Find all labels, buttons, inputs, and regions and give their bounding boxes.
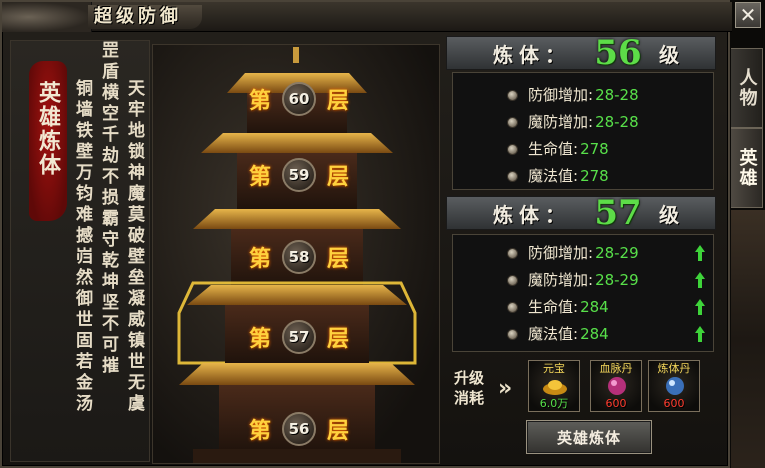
bullet-icon — [507, 116, 518, 128]
floor-suffix: 层 — [326, 88, 349, 114]
cost-item-name: 血脉丹 — [599, 362, 633, 375]
floor-label: 第 58 层 — [249, 239, 349, 275]
stat-name: 魔法值: — [528, 167, 579, 185]
tab-character[interactable]: 人物 — [731, 48, 763, 128]
floor-suffix: 层 — [326, 418, 349, 444]
floor-prefix: 第 — [249, 326, 272, 352]
cost-item-amount: 600 — [605, 397, 627, 410]
floor-suffix: 层 — [326, 326, 349, 352]
poem-column: 铜墙铁壁万钧难撼岿然御世固若金汤 — [72, 79, 92, 415]
seal-text: 英雄炼体 — [35, 81, 61, 177]
blood-pill-icon — [608, 377, 626, 395]
floor-number: 58 — [282, 240, 316, 274]
stat-row: 魔法值: 284 — [507, 324, 609, 344]
stat-value: 284 — [580, 298, 609, 316]
level-unit: 级 — [659, 202, 679, 227]
poem-column: 天牢地锁神魔莫破壁垒凝威镇世无虞 — [124, 79, 144, 415]
cost-item-amount: 600 — [663, 397, 685, 410]
stat-name: 生命值: — [528, 298, 579, 316]
level-label: 炼体： — [493, 42, 571, 67]
bullet-icon — [507, 170, 518, 182]
cost-item-blood-pill[interactable]: 血脉丹 600 — [590, 360, 642, 412]
cost-item-name: 炼体丹 — [657, 362, 691, 375]
poem-column: 罡盾横空千劫不损霸守乾坤坚不可摧 — [98, 41, 118, 377]
up-arrow-icon — [695, 272, 705, 288]
floor-label: 第 56 层 — [249, 411, 349, 447]
bullet-icon — [507, 89, 518, 101]
cost-item-name: 元宝 — [543, 362, 565, 375]
upgrade-cost-label: 升级消耗 — [454, 369, 485, 407]
floor-number: 60 — [282, 82, 316, 116]
bullet-icon — [507, 301, 518, 313]
stat-name: 防御增加: — [528, 244, 594, 262]
floor-suffix: 层 — [326, 164, 349, 190]
dragon-emblem-icon — [2, 2, 92, 32]
stat-row: 魔法值: 278 — [507, 166, 609, 186]
gold-ingot-icon — [543, 380, 567, 395]
bullet-icon — [507, 247, 518, 259]
current-level-bar: 炼体： 56 级 — [446, 33, 716, 73]
stat-value: 278 — [580, 140, 609, 158]
stat-name: 魔法值: — [528, 325, 579, 343]
cost-item-gold[interactable]: 元宝 6.0万 — [528, 360, 580, 412]
floor-label: 第 60 层 — [249, 81, 349, 117]
stat-row: 魔防增加: 28-28 — [507, 112, 639, 132]
tab-hero[interactable]: 英雄 — [731, 128, 763, 208]
stat-name: 魔防增加: — [528, 271, 594, 289]
stat-row: 防御增加: 28-29 — [507, 243, 639, 263]
next-stats-box: 防御增加: 28-29 魔防增加: 28-29 生命值: 284 魔法值: 28… — [452, 234, 714, 352]
floor-prefix: 第 — [249, 88, 272, 114]
stat-name: 防御增加: — [528, 86, 594, 104]
stat-value: 28-29 — [595, 244, 639, 262]
level-label: 炼体： — [493, 202, 571, 227]
hero-refining-seal: 英雄炼体 — [29, 61, 67, 221]
up-arrow-icon — [695, 245, 705, 261]
floor-prefix: 第 — [249, 164, 272, 190]
floor-prefix: 第 — [249, 246, 272, 272]
stat-row: 生命值: 278 — [507, 139, 609, 159]
body-pill-icon — [666, 377, 684, 395]
stat-row: 魔防增加: 28-29 — [507, 270, 639, 290]
game-world-background — [731, 210, 765, 468]
stat-row: 防御增加: 28-28 — [507, 85, 639, 105]
hero-body-refining-window: 超级防御 英雄炼体 天牢地锁神魔莫破壁垒凝威镇世无虞 罡盾横空千劫不损霸守乾坤坚… — [0, 0, 732, 468]
stat-value: 284 — [580, 325, 609, 343]
title-bar[interactable]: 超级防御 — [2, 2, 732, 32]
stat-name: 生命值: — [528, 140, 579, 158]
next-level-bar: 炼体： 57 级 — [446, 193, 716, 233]
floor-prefix: 第 — [249, 418, 272, 444]
close-button[interactable]: ✕ — [735, 2, 761, 28]
next-level-value: 57 — [594, 193, 642, 233]
stat-row: 生命值: 284 — [507, 297, 609, 317]
stat-name: 魔防增加: — [528, 113, 594, 131]
poem-panel: 英雄炼体 天牢地锁神魔莫破壁垒凝威镇世无虞 罡盾横空千劫不损霸守乾坤坚不可摧 铜… — [10, 40, 150, 462]
stat-value: 28-29 — [595, 271, 639, 289]
current-stats-box: 防御增加: 28-28 魔防增加: 28-28 生命值: 278 魔法值: 27… — [452, 72, 714, 190]
stat-value: 28-28 — [595, 86, 639, 104]
bullet-icon — [507, 143, 518, 155]
floor-number: 57 — [282, 320, 316, 354]
stat-value: 278 — [580, 167, 609, 185]
cost-item-body-pill[interactable]: 炼体丹 600 — [648, 360, 700, 412]
up-arrow-icon — [695, 326, 705, 342]
floor-suffix: 层 — [326, 246, 349, 272]
floor-number: 59 — [282, 158, 316, 192]
cost-item-amount: 6.0万 — [539, 397, 569, 410]
stat-value: 28-28 — [595, 113, 639, 131]
window-title: 超级防御 — [88, 5, 202, 29]
up-arrow-icon — [695, 299, 705, 315]
double-chevron-right-icon: » — [498, 376, 513, 401]
floor-number: 56 — [282, 412, 316, 446]
floor-label-highlighted: 第 57 层 — [249, 319, 349, 355]
current-level-value: 56 — [594, 33, 642, 73]
floor-label: 第 59 层 — [249, 157, 349, 193]
bullet-icon — [507, 274, 518, 286]
pagoda-tower: 第 60 层 第 59 层 第 58 层 第 57 层 第 56 层 — [152, 44, 440, 464]
level-unit: 级 — [659, 42, 679, 67]
hero-refine-button[interactable]: 英雄炼体 — [526, 420, 652, 454]
bullet-icon — [507, 328, 518, 340]
